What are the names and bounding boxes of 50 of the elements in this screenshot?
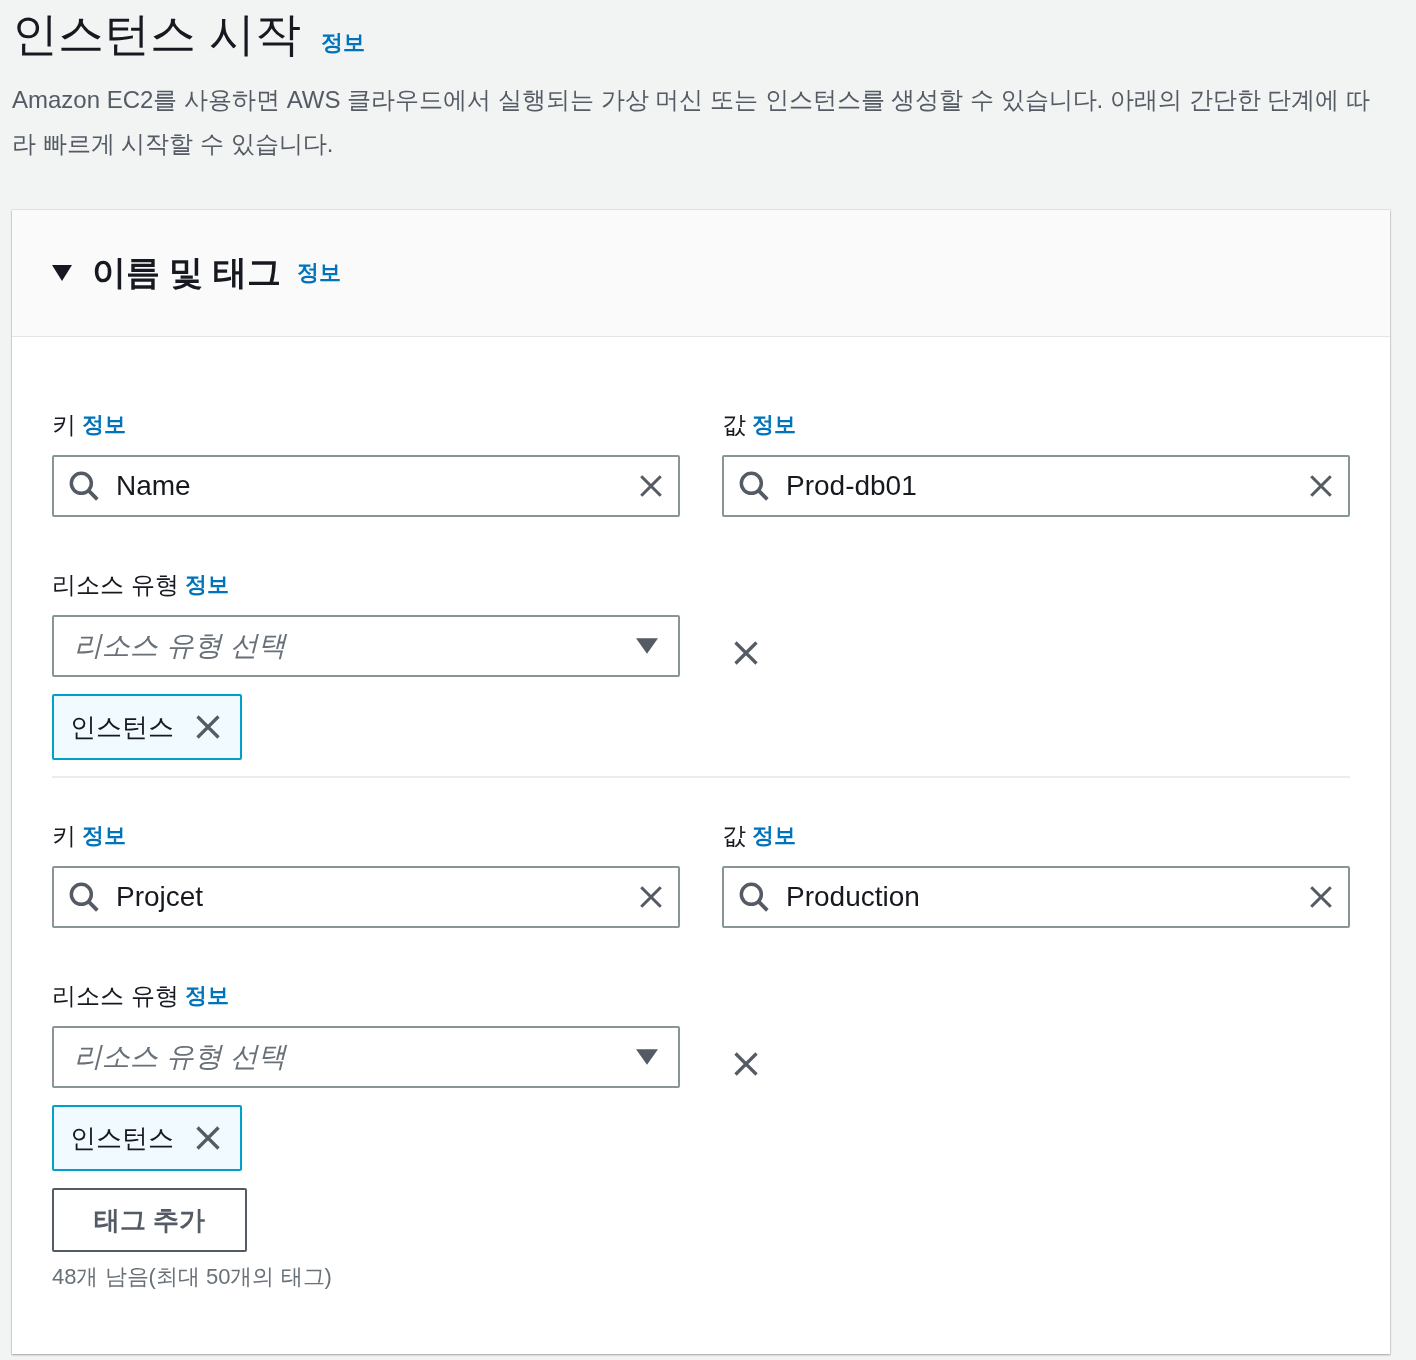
close-icon[interactable]: [194, 713, 222, 741]
close-icon[interactable]: [194, 1124, 222, 1152]
page-title: 인스턴스 시작: [12, 7, 301, 62]
info-link[interactable]: 정보: [320, 28, 365, 58]
value-label: 값: [722, 821, 746, 851]
caret-icon: [636, 1049, 658, 1065]
remove-tag-button[interactable]: [732, 1050, 760, 1078]
value-input[interactable]: Prod-db01: [786, 470, 1292, 502]
clear-icon[interactable]: [1308, 473, 1334, 499]
value-search-field[interactable]: Production: [722, 866, 1350, 928]
close-icon: [732, 1050, 760, 1078]
section-title[interactable]: 이름 및 태그: [92, 250, 281, 296]
resource-type-label: 리소스 유형: [52, 570, 179, 600]
resource-type-label: 리소스 유형: [52, 981, 179, 1011]
value-input[interactable]: Production: [786, 881, 1292, 913]
key-search-field[interactable]: Projcet: [52, 866, 680, 928]
search-icon: [738, 470, 770, 502]
key-input[interactable]: Projcet: [116, 881, 622, 913]
search-icon: [738, 881, 770, 913]
search-icon: [68, 470, 100, 502]
clear-icon[interactable]: [1308, 884, 1334, 910]
search-icon: [68, 881, 100, 913]
info-link[interactable]: 정보: [82, 821, 126, 851]
value-search-field[interactable]: Prod-db01: [722, 455, 1350, 517]
key-search-field[interactable]: Name: [52, 455, 680, 517]
token-label: 인스턴스: [70, 710, 174, 744]
info-link[interactable]: 정보: [752, 821, 796, 851]
page-description: Amazon EC2를 사용하면 AWS 클라우드에서 실행되는 가상 머신 또는 인스턴스를 생성할 수 있습니다. 아래의 간단한 단계에 따라 빠르게 시작할 수 있습니다.: [12, 85, 1371, 159]
clear-icon[interactable]: [638, 473, 664, 499]
info-link[interactable]: 정보: [184, 981, 229, 1011]
remaining-tags-text: 48개 남음(최대 50개의 태그): [52, 1263, 333, 1291]
caret-icon[interactable]: [52, 265, 72, 281]
resource-type-input[interactable]: 리소스 유형 선택: [74, 630, 620, 662]
token-label: 인스턴스: [70, 1121, 174, 1155]
info-link[interactable]: 정보: [752, 410, 796, 440]
key-input[interactable]: Name: [116, 470, 622, 502]
info-link[interactable]: 정보: [184, 570, 229, 600]
clear-icon[interactable]: [638, 884, 664, 910]
resource-type-select[interactable]: 리소스 유형 선택: [52, 1026, 680, 1088]
resource-type-select[interactable]: 리소스 유형 선택: [52, 615, 680, 677]
resource-type-input[interactable]: 리소스 유형 선택: [74, 1041, 620, 1073]
key-label: 키: [52, 410, 76, 440]
add-tag-button[interactable]: 태그 추가: [52, 1188, 248, 1252]
info-link[interactable]: 정보: [296, 258, 341, 288]
caret-icon: [636, 638, 658, 654]
info-link[interactable]: 정보: [82, 410, 126, 440]
value-label: 값: [722, 410, 746, 440]
remove-tag-button[interactable]: [732, 639, 760, 667]
key-label: 키: [52, 821, 76, 851]
close-icon: [732, 639, 760, 667]
